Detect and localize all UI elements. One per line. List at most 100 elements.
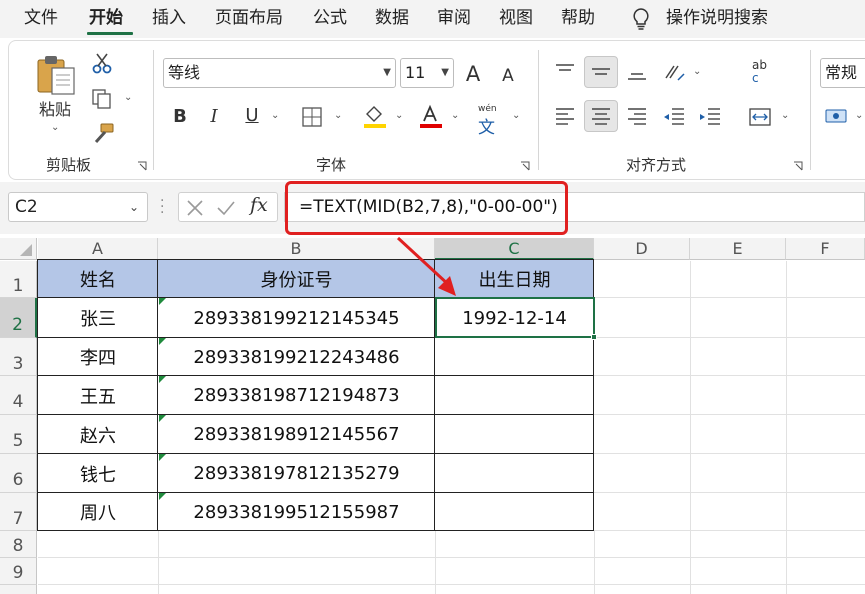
- align-right-icon[interactable]: [626, 106, 648, 128]
- table-cell[interactable]: [435, 415, 594, 454]
- paste-dropdown-icon[interactable]: ⌄: [51, 122, 59, 133]
- font-size-dropdown-icon[interactable]: ▼: [441, 59, 449, 87]
- row-header-9[interactable]: 9: [0, 558, 37, 585]
- fill-color-icon[interactable]: [362, 104, 388, 130]
- column-header-a[interactable]: A: [38, 238, 158, 260]
- format-painter-icon[interactable]: [91, 122, 115, 144]
- table-cell[interactable]: 289338198712194873: [158, 376, 435, 415]
- phonetic-guide-icon[interactable]: wén 文: [474, 104, 502, 138]
- table-cell[interactable]: 289338199212145345: [158, 298, 435, 338]
- wrap-text-icon[interactable]: ab c: [750, 58, 772, 86]
- table-cell[interactable]: 289338199212243486: [158, 338, 435, 376]
- accounting-dropdown-icon[interactable]: ⌄: [855, 110, 863, 121]
- enter-icon[interactable]: [216, 199, 236, 217]
- table-cell[interactable]: [435, 493, 594, 531]
- fill-color-dropdown-icon[interactable]: ⌄: [395, 110, 403, 121]
- font-name-dropdown-icon[interactable]: ▼: [383, 59, 391, 87]
- copy-icon[interactable]: [91, 88, 113, 110]
- error-indicator-icon[interactable]: [159, 415, 166, 422]
- column-header-d[interactable]: D: [594, 238, 690, 260]
- row-header-2[interactable]: 2: [0, 298, 37, 338]
- table-cell[interactable]: [435, 454, 594, 493]
- font-size-combo[interactable]: 11 ▼: [400, 58, 454, 88]
- number-format-combo[interactable]: 常规: [820, 58, 865, 88]
- accounting-format-icon[interactable]: [824, 106, 850, 128]
- row-header-5[interactable]: 5: [0, 415, 37, 454]
- error-indicator-icon[interactable]: [159, 493, 166, 500]
- error-indicator-icon[interactable]: [159, 454, 166, 461]
- phonetic-dropdown-icon[interactable]: ⌄: [512, 110, 520, 121]
- borders-icon[interactable]: [301, 106, 323, 128]
- increase-indent-icon[interactable]: [698, 106, 722, 128]
- clipboard-launcher-icon[interactable]: [137, 161, 147, 171]
- grow-font-icon[interactable]: A: [462, 62, 484, 86]
- tab-page-layout[interactable]: 页面布局: [215, 7, 283, 29]
- align-bottom-icon[interactable]: [626, 62, 648, 82]
- font-color-icon[interactable]: [418, 104, 444, 130]
- shrink-font-icon[interactable]: A: [498, 64, 518, 88]
- formula-bar-grip[interactable]: · · ·: [160, 194, 164, 220]
- tab-insert[interactable]: 插入: [152, 7, 186, 29]
- cancel-icon[interactable]: [186, 199, 204, 217]
- row-header-1[interactable]: 1: [0, 261, 37, 298]
- decrease-indent-icon[interactable]: [662, 106, 686, 128]
- font-color-dropdown-icon[interactable]: ⌄: [451, 110, 459, 121]
- tab-view[interactable]: 视图: [499, 7, 533, 29]
- column-header-e[interactable]: E: [690, 238, 786, 260]
- tab-home[interactable]: 开始: [89, 7, 123, 29]
- cut-icon[interactable]: [91, 52, 113, 74]
- tab-file[interactable]: 文件: [24, 7, 58, 29]
- row-header-8[interactable]: 8: [0, 531, 37, 558]
- row-header-7[interactable]: 7: [0, 493, 37, 531]
- table-cell[interactable]: 289338197812135279: [158, 454, 435, 493]
- font-name-combo[interactable]: 等线 ▼: [163, 58, 396, 88]
- table-cell[interactable]: [435, 338, 594, 376]
- bold-button[interactable]: B: [170, 105, 190, 129]
- merge-center-icon[interactable]: [748, 106, 772, 128]
- row-header-3[interactable]: 3: [0, 338, 37, 376]
- align-left-icon[interactable]: [554, 106, 576, 128]
- row-header-10[interactable]: [0, 585, 37, 594]
- table-cell[interactable]: 王五: [38, 376, 158, 415]
- row-header-6[interactable]: 6: [0, 454, 37, 493]
- table-cell[interactable]: 李四: [38, 338, 158, 376]
- alignment-launcher-icon[interactable]: [793, 161, 803, 171]
- lightbulb-icon[interactable]: [630, 7, 652, 31]
- gridline: [594, 492, 865, 493]
- table-header-cell[interactable]: 姓名: [38, 260, 158, 297]
- name-box-dropdown-icon[interactable]: ⌄: [129, 193, 139, 221]
- tell-me-search[interactable]: 操作说明搜索: [666, 7, 768, 29]
- orientation-dropdown-icon[interactable]: ⌄: [693, 66, 701, 77]
- font-launcher-icon[interactable]: [520, 161, 530, 171]
- table-cell[interactable]: [435, 376, 594, 415]
- borders-dropdown-icon[interactable]: ⌄: [334, 110, 342, 121]
- row-header-4[interactable]: 4: [0, 376, 37, 415]
- number-format-value: 常规: [825, 63, 858, 82]
- column-header-f[interactable]: F: [786, 238, 865, 260]
- error-indicator-icon[interactable]: [159, 376, 166, 383]
- tab-review[interactable]: 审阅: [437, 7, 471, 29]
- error-indicator-icon[interactable]: [159, 298, 166, 305]
- copy-dropdown-icon[interactable]: ⌄: [124, 92, 132, 103]
- tab-formulas[interactable]: 公式: [313, 7, 347, 29]
- table-cell[interactable]: 赵六: [38, 415, 158, 454]
- paste-icon[interactable]: [34, 52, 80, 98]
- merge-dropdown-icon[interactable]: ⌄: [781, 110, 789, 121]
- fill-handle[interactable]: [591, 334, 597, 340]
- table-cell[interactable]: 289338199512155987: [158, 493, 435, 531]
- table-cell[interactable]: 钱七: [38, 454, 158, 493]
- underline-dropdown-icon[interactable]: ⌄: [271, 110, 279, 121]
- tab-data[interactable]: 数据: [375, 7, 409, 29]
- underline-button[interactable]: U: [242, 104, 262, 128]
- orientation-icon[interactable]: [662, 60, 686, 84]
- insert-function-icon[interactable]: fx: [250, 194, 268, 216]
- error-indicator-icon[interactable]: [159, 338, 166, 345]
- italic-button[interactable]: I: [204, 105, 224, 129]
- table-cell[interactable]: 张三: [38, 298, 158, 338]
- align-top-icon[interactable]: [554, 62, 576, 82]
- table-cell[interactable]: 周八: [38, 493, 158, 531]
- name-box[interactable]: C2 ⌄: [8, 192, 148, 222]
- tab-help[interactable]: 帮助: [561, 7, 595, 29]
- table-cell[interactable]: 289338198912145567: [158, 415, 435, 454]
- paste-label[interactable]: 粘贴: [30, 98, 80, 122]
